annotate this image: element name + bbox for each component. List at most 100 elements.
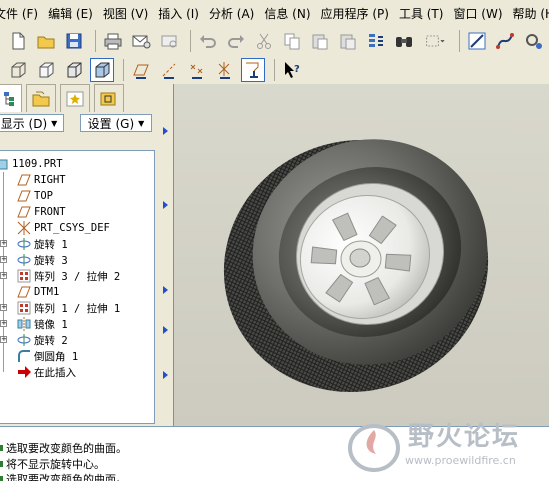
message-line: 选取要改变颜色的曲面。 [0,440,127,455]
tree-root[interactable]: 1109.PRT [0,156,63,172]
message-bullet-icon [0,444,3,451]
save-disk-icon [66,33,82,49]
email-link-button[interactable] [157,29,181,53]
tree-expand-toggle[interactable]: + [0,272,7,279]
menu-analysis[interactable]: 分析 (A) [209,5,254,22]
network-icon [526,34,542,49]
message-bullet-icon [0,460,3,467]
tab-favorites[interactable] [60,84,90,112]
no-hidden-button[interactable] [62,58,86,82]
datum-points-toggle[interactable] [185,58,209,82]
settings-dropdown[interactable]: 设置 (G) ▼ [80,114,152,132]
new-file-icon [12,32,25,50]
datum-curve-button[interactable] [493,29,517,53]
new-file-button[interactable] [6,29,30,53]
paste-special-icon [340,34,356,50]
shading-button[interactable] [90,58,114,82]
panel-splitter[interactable] [157,84,173,426]
tree-item[interactable]: 阵列 1 / 拉伸 1 [17,300,120,316]
copy-button[interactable] [280,29,304,53]
selection-box-button[interactable] [420,29,450,53]
tree-item-label: FRONT [34,206,66,218]
tree-item[interactable]: FRONT [17,204,66,220]
open-file-button[interactable] [34,29,58,53]
tree-item-label: 在此插入 [34,366,76,379]
menu-view[interactable]: 视图 (V) [103,5,148,22]
tree-item[interactable]: 旋转 1 [17,236,68,252]
coordinate-system-icon [17,221,31,235]
tree-expand-toggle[interactable]: + [0,256,7,263]
tree-item[interactable]: TOP [17,188,53,204]
tree-item[interactable]: DTM1 [17,284,59,300]
datum-axis-toggle-icon [162,63,176,79]
email-envelope-icon [132,35,151,49]
tree-item[interactable]: RIGHT [17,172,66,188]
tree-item-label: 旋转 2 [34,334,68,347]
tree-item[interactable]: PRT_CSYS_DEF [17,220,110,236]
tree-item[interactable]: 在此插入 [17,364,76,380]
sketcher-button[interactable] [465,29,489,53]
wireframe-button[interactable] [6,58,30,82]
tab-model-tree[interactable] [0,84,22,112]
paste-special-button[interactable] [336,29,360,53]
menu-insert[interactable]: 插入 (I) [158,5,199,22]
message-text: 选取要改变颜色的曲面。 [6,441,127,455]
menu-applications[interactable]: 应用程序 (P) [321,5,389,22]
regenerate-button[interactable] [364,29,388,53]
menu-window[interactable]: 窗口 (W) [453,5,502,22]
tree-item[interactable]: 旋转 3 [17,252,68,268]
tree-item[interactable]: 镜像 1 [17,316,68,332]
tree-item[interactable]: 阵列 3 / 拉伸 2 [17,268,120,284]
toolbar-view: ? [0,55,549,85]
tree-root-label: 1109.PRT [12,158,63,170]
menu-file[interactable]: 文件 (F) [0,5,38,22]
find-button[interactable] [392,29,416,53]
regenerate-icon [369,34,383,47]
tab-folder-browser[interactable] [26,84,56,112]
graphics-window[interactable] [173,84,549,426]
selection-box-icon [426,35,445,47]
message-bullet-icon [0,475,3,481]
menu-tools[interactable]: 工具 (T) [399,5,444,22]
tree-item[interactable]: 倒圆角 1 [17,348,78,364]
coordinate-systems-toggle[interactable] [213,58,237,82]
tab-connections[interactable] [94,84,124,112]
datum-planes-toggle[interactable] [129,58,153,82]
network-button[interactable] [521,29,545,53]
annotations-toggle[interactable] [241,58,265,82]
menu-help[interactable]: 帮助 (H) [513,5,549,22]
save-button[interactable] [62,29,86,53]
datum-plane-icon [17,205,31,219]
pattern-icon [17,269,31,283]
toolbar-separator [459,30,460,52]
tree-expand-toggle[interactable]: + [0,320,7,327]
undo-button[interactable] [196,29,220,53]
menu-info[interactable]: 信息 (N) [264,5,310,22]
tree-item-label: 阵列 1 / 拉伸 1 [34,302,121,315]
dropdown-arrow-icon: ▼ [138,118,145,128]
flame-logo-icon [348,424,400,472]
datum-axes-toggle[interactable] [157,58,181,82]
paste-button[interactable] [308,29,332,53]
email-button[interactable] [129,29,153,53]
redo-button[interactable] [224,29,248,53]
wheel-model[interactable] [174,84,549,426]
tree-expand-toggle[interactable]: + [0,240,7,247]
cut-button[interactable] [252,29,276,53]
context-help-button[interactable]: ? [280,58,304,82]
settings-dropdown-label: 设置 (G) [87,116,135,131]
binoculars-icon [396,37,412,47]
tree-expand-toggle[interactable]: + [0,304,7,311]
tree-expand-toggle[interactable]: + [0,336,7,343]
hidden-line-button[interactable] [34,58,58,82]
message-text: 将不显示旋转中心。 [6,457,105,471]
splitter-arrow-icon [163,286,168,294]
print-button[interactable] [101,29,125,53]
show-dropdown-label: 显示 (D) [0,116,48,131]
model-tree[interactable]: 1109.PRT RIGHT TOP FRONT PRT_CSYS_DEF 旋转 1 + 旋… [0,150,155,424]
navigator-tabs [0,84,160,112]
tree-item[interactable]: 旋转 2 [17,332,68,348]
menu-edit[interactable]: 编辑 (E) [48,5,93,22]
show-dropdown[interactable]: 显示 (D) ▼ [0,114,64,132]
no-hidden-cube-icon [67,62,82,78]
